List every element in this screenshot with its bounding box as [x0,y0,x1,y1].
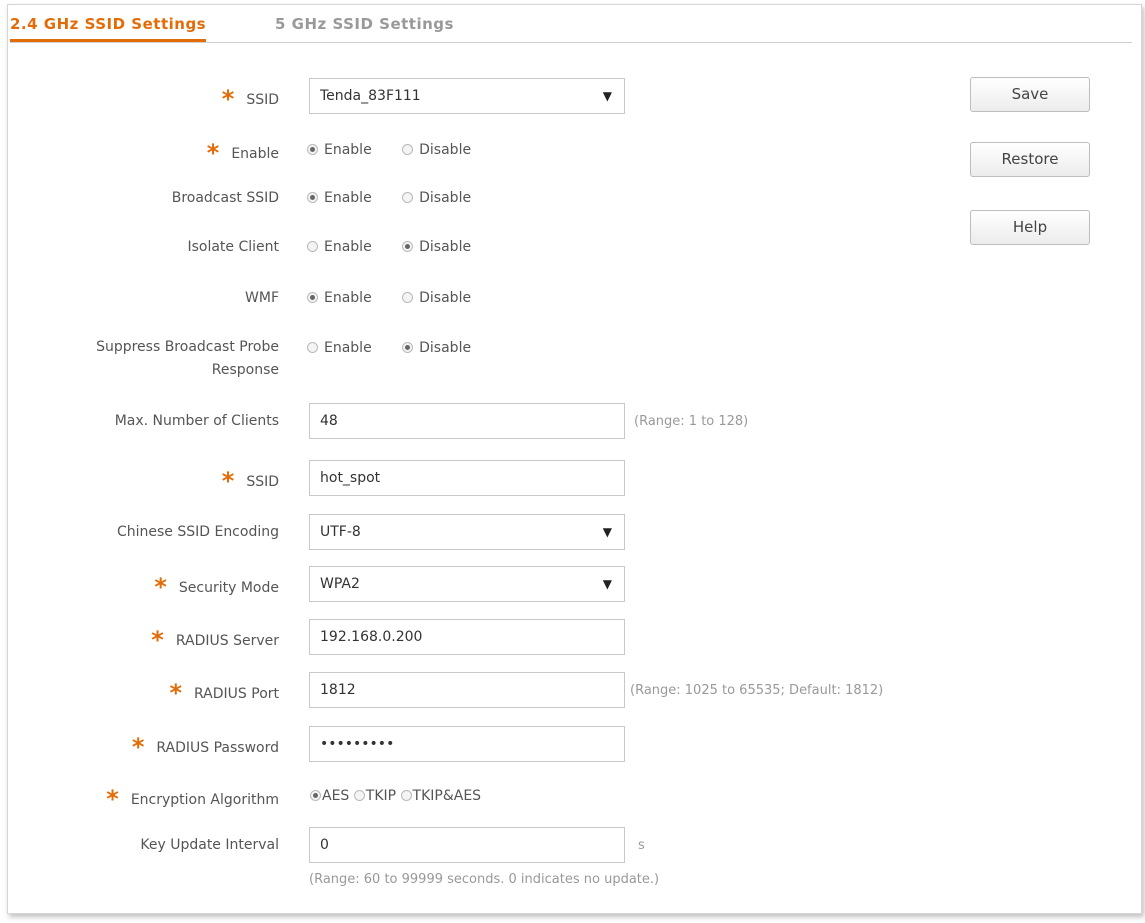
save-button[interactable]: Save [970,77,1090,112]
radio-unselected-icon [402,292,414,303]
suppress-probe-label: Suppress Broadcast Probe Response [96,339,279,378]
radius-password-label: * RADIUS Password [131,733,279,761]
broadcast-ssid-label: Broadcast SSID [171,190,279,206]
settings-panel [7,4,1142,914]
radio-unselected-icon [307,241,318,252]
radius-port-hint: (Range: 1025 to 65535; Default: 1812) [630,683,884,698]
wmf-label: WMF [245,290,279,306]
radius-password-input[interactable]: ••••••••• [309,726,625,762]
encryption-algorithm-label: * Encryption Algorithm [106,785,279,813]
encryption-radio-aes[interactable]: AES [310,786,349,806]
suppress-probe-radio-disable[interactable]: Disable [402,338,471,358]
isolate-client-radio-disable[interactable]: Disable [402,237,471,257]
enable-label: * Enable [206,139,279,167]
radio-selected-icon [402,342,414,353]
chinese-encoding-label: Chinese SSID Encoding [116,524,279,540]
ssid-name-input[interactable]: hot_spot [309,460,625,496]
radius-server-input[interactable]: 192.168.0.200 [309,619,625,655]
required-marker: * [206,139,220,167]
radio-selected-icon [402,241,414,252]
max-clients-input[interactable]: 48 [309,403,625,439]
isolate-client-radio-enable[interactable]: Enable [307,237,372,257]
tab-2-4ghz-ssid-settings[interactable]: 2.4 GHz SSID Settings [10,15,207,42]
encryption-radio-tkip-aes[interactable]: TKIP&AES [400,786,481,806]
isolate-client-label: Isolate Client [187,239,279,255]
required-marker: * [151,626,164,654]
tab-bar: 2.4 GHz SSID Settings 5 GHz SSID Setting… [10,12,1132,43]
key-update-interval-input[interactable]: 0 [309,827,625,863]
isolate-client-radio-group: Enable Disable [307,237,497,257]
max-clients-hint: (Range: 1 to 128) [634,414,749,429]
radio-unselected-icon [400,790,412,801]
encryption-algorithm-radio-group: AES TKIP TKIP&AES [310,786,481,806]
required-marker: * [106,785,119,813]
key-update-interval-hint: (Range: 60 to 99999 seconds. 0 indicates… [309,872,660,887]
broadcast-ssid-radio-enable[interactable]: Enable [307,188,372,208]
radio-selected-icon [310,790,321,801]
max-clients-label: Max. Number of Clients [114,413,279,429]
wmf-radio-disable[interactable]: Disable [402,288,471,308]
radius-server-label: * RADIUS Server [151,626,279,654]
enable-radio-disable[interactable]: Disable [402,140,471,160]
suppress-probe-radio-group: Enable Disable [307,338,497,358]
radio-unselected-icon [402,192,414,203]
dropdown-arrow-icon: ▼ [602,525,612,539]
radius-port-input[interactable]: 1812 [309,672,625,708]
radio-selected-icon [307,144,318,155]
radio-unselected-icon [353,790,365,801]
enable-radio-enable[interactable]: Enable [307,140,372,160]
dropdown-arrow-icon: ▼ [602,577,612,591]
required-marker: * [154,573,167,601]
encryption-radio-tkip[interactable]: TKIP [353,786,396,806]
dropdown-arrow-icon: ▼ [602,89,612,103]
ssid-select[interactable]: Tenda_83F111 ▼ [309,78,625,114]
wmf-radio-group: Enable Disable [307,288,497,308]
chinese-encoding-select[interactable]: UTF-8 ▼ [309,514,625,550]
security-mode-label: * Security Mode [154,573,279,601]
required-marker: * [221,85,235,113]
key-update-interval-unit: s [638,838,645,853]
security-mode-select[interactable]: WPA2 ▼ [309,566,625,602]
radio-selected-icon [307,192,318,203]
required-marker: * [169,679,183,707]
wmf-radio-enable[interactable]: Enable [307,288,372,308]
ssid-select-label: * SSID [221,85,279,113]
radio-unselected-icon [402,144,414,155]
required-marker: * [221,467,235,495]
radio-selected-icon [307,292,318,303]
enable-radio-group: Enable Disable [307,140,497,160]
radius-port-label: * RADIUS Port [169,679,279,707]
suppress-probe-radio-enable[interactable]: Enable [307,338,372,358]
key-update-interval-label: Key Update Interval [140,837,279,853]
broadcast-ssid-radio-disable[interactable]: Disable [402,188,471,208]
help-button[interactable]: Help [970,210,1090,245]
required-marker: * [131,733,145,761]
tab-5ghz-ssid-settings[interactable]: 5 GHz SSID Settings [275,15,454,33]
broadcast-ssid-radio-group: Enable Disable [307,188,497,208]
restore-button[interactable]: Restore [970,142,1090,177]
radio-unselected-icon [307,342,318,353]
ssid-name-label: * SSID [221,467,279,495]
